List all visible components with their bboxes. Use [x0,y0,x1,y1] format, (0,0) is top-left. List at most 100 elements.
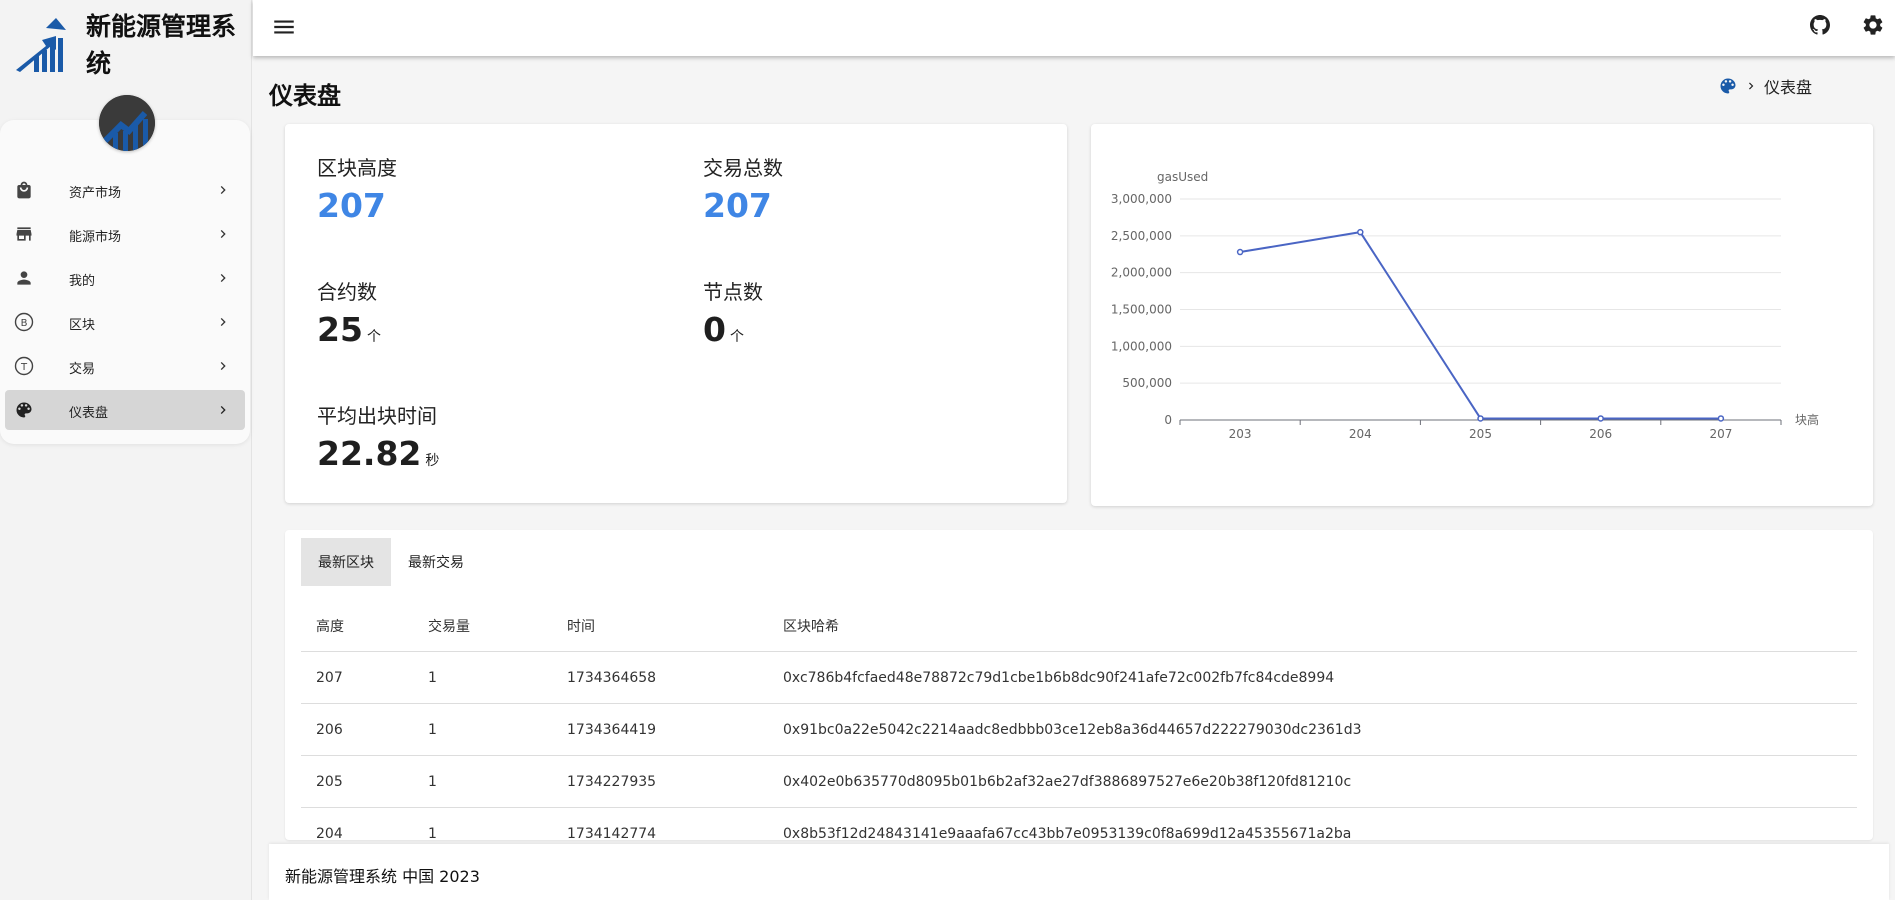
gas-used-line-chart: 0 500,000 1,000,000 1,500,000 2,000,000 2,500… [1111,170,1819,441]
cell-tx-count: 1 [428,721,437,738]
data-point [1236,248,1244,256]
stat-nodes: 节点数 0个 [703,276,763,349]
chevron-right-icon [220,362,226,370]
data-point [1597,415,1604,422]
stat-label: 合约数 [317,280,377,304]
sidebar-item-mine[interactable]: 我的 [5,258,245,298]
stat-value-row: 25 个 [317,310,381,349]
github-icon[interactable] [1808,13,1832,37]
stat-value: 22.82 [317,434,422,473]
stat-value: 207 [317,186,386,225]
cell-time: 1734364419 [567,721,657,738]
table-row[interactable]: 205 1 1734227935 0x402e0b635770d8095b01b… [301,756,1857,808]
cell-block-hash: 0x402e0b635770d8095b01b6b2af32ae27df3886… [783,773,1352,790]
stat-value: 207 [703,186,772,225]
stat-unit: 个 [729,329,744,345]
stat-block-height: 区块高度 207 [317,152,397,225]
app-title: 新能源管理系统 [86,12,237,78]
sidebar-item-label: 仪表盘 [69,406,109,421]
stat-value-row: 0个 [703,310,763,349]
footer: 新能源管理系统 中国 2023 [269,844,1889,900]
stats-card: 区块高度 207 交易总数 207 合约数 25 个 节点数 0个 平均出块时间 … [285,124,1067,503]
blocks-table: 高度 交易量 时间 区块哈希 207 1 1734364658 0xc786b4… [301,600,1857,840]
storefront-icon [14,224,34,244]
top-bar [253,0,1895,56]
breadcrumb-current: 仪表盘 [1764,78,1813,97]
cell-tx-count: 1 [428,825,437,841]
sidebar-item-label: 交易 [69,362,96,377]
stat-label: 平均出块时间 [317,404,437,428]
transaction-circle-icon: T [14,356,34,376]
sidebar-item-blocks[interactable]: B 区块 [5,302,245,342]
cell-tx-count: 1 [428,669,437,686]
sidebar-item-label: 区块 [69,318,96,333]
series-line [1239,231,1721,420]
tab-latest-transactions[interactable]: 最新交易 [391,538,481,586]
y-tick-label: 3,000,000 [1111,192,1172,206]
cell-tx-count: 1 [428,773,437,790]
svg-text:T: T [20,362,28,373]
stat-value: 25 [317,310,363,349]
cell-block-hash: 0x8b53f12d24843141e9aaafa67cc43bb7e09531… [783,825,1352,841]
cell-height: 204 [316,825,343,841]
sidebar-item-label: 能源市场 [69,230,122,245]
chevron-right-icon [220,274,226,282]
chevron-right-icon [220,230,226,238]
gas-used-chart-card: 0 500,000 1,000,000 1,500,000 2,000,000 2,500… [1091,124,1873,506]
stat-label: 区块高度 [317,156,397,180]
cell-height: 206 [316,721,343,738]
sidebar-item-dashboard[interactable]: 仪表盘 [5,390,245,430]
chevron-right-icon [220,186,226,194]
stat-label: 交易总数 [703,156,783,180]
column-header-time: 时间 [567,618,595,635]
stat-value-row: 22.82 秒 [317,434,439,473]
x-tick-label: 207 [1709,427,1732,441]
cell-time: 1734227935 [567,773,657,790]
tab-bar: 最新区块 最新交易 [301,538,481,586]
nav-list: 资产市场 能源市场 我的 B 区块 T 交易 仪表盘 [5,170,245,434]
page-title: 仪表盘 [269,82,341,110]
y-axis-label: gasUsed [1157,170,1208,184]
tab-latest-blocks[interactable]: 最新区块 [301,538,391,586]
x-tick-label: 204 [1349,427,1372,441]
data-point [1477,415,1484,422]
stat-label: 节点数 [703,280,763,304]
stat-unit: 秒 [425,453,440,469]
x-axis-label: 块高 [1795,412,1819,427]
table-row[interactable]: 207 1 1734364658 0xc786b4fcfaed48e78872c… [301,652,1857,704]
avatar[interactable] [99,95,155,151]
y-tick-label: 1,500,000 [1111,303,1172,317]
svg-text:B: B [21,318,28,329]
cell-time: 1734142774 [567,825,657,841]
table-header-row: 高度 交易量 时间 区块哈希 [301,600,1857,652]
y-tick-label: 0 [1164,413,1172,427]
table-row[interactable]: 204 1 1734142774 0x8b53f12d24843141e9aaa… [301,808,1857,841]
cell-time: 1734364658 [567,669,657,686]
table-row[interactable]: 206 1 1734364419 0x91bc0a22e5042c2214aad… [301,704,1857,756]
breadcrumb: 仪表盘 [1718,74,1812,98]
app-logo-icon [16,18,66,72]
bitcoin-circle-icon: B [14,312,34,332]
palette-icon [1720,78,1736,94]
cell-height: 207 [316,669,343,686]
data-point [1717,415,1725,422]
cell-block-hash: 0xc786b4fcfaed48e78872c79d1cbe1b6b8dc90f… [783,669,1335,686]
stat-tx-total: 交易总数 207 [703,152,783,225]
stat-unit: 个 [366,329,381,345]
latest-table-card: 最新区块 最新交易 高度 交易量 时间 区块哈希 207 1 173436465… [285,530,1873,840]
sidebar-item-energy-market[interactable]: 能源市场 [5,214,245,254]
hamburger-menu-icon[interactable] [271,14,297,40]
column-header-height: 高度 [316,618,344,635]
footer-text: 新能源管理系统 中国 2023 [285,867,480,886]
stat-value: 0 [703,310,726,349]
cell-block-hash: 0x91bc0a22e5042c2214aadc8edbbb03ce12eb8a… [783,721,1362,738]
stat-contracts: 合约数 25 个 [317,276,381,349]
sidebar-item-transactions[interactable]: T 交易 [5,346,245,386]
cell-height: 205 [316,773,343,790]
x-tick-label: 205 [1469,427,1492,441]
sidebar-item-asset-market[interactable]: 资产市场 [5,170,245,210]
x-tick-label: 203 [1229,427,1252,441]
gear-icon[interactable] [1861,13,1885,37]
sidebar-item-label: 资产市场 [69,186,122,201]
column-header-tx-count: 交易量 [428,618,470,635]
